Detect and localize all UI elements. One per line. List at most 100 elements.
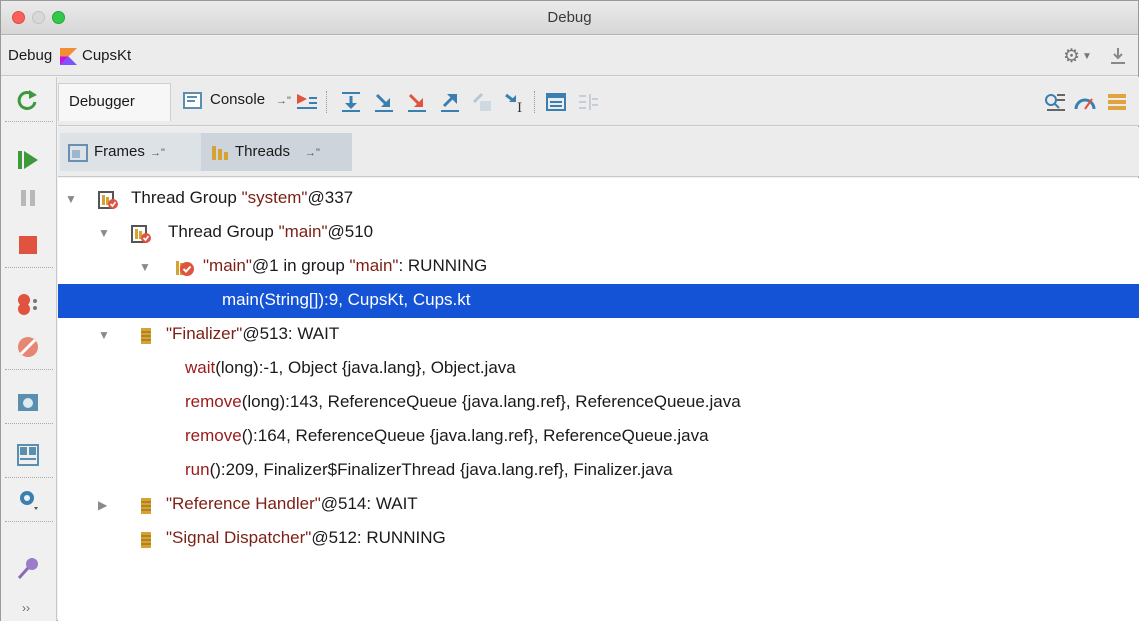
hide-icon[interactable] <box>1107 45 1129 67</box>
overhead-icon[interactable] <box>1073 90 1097 114</box>
thread-row-text-segment: @510 <box>327 222 374 241</box>
threads-tree: ▼ Thread Group "system"@337 ▼ Thread Group … <box>58 178 1139 621</box>
thread-row-label: main(String[]):9, CupsKt, Cups.kt <box>222 290 470 310</box>
thread-row-text-segment: Thread Group <box>168 222 279 241</box>
evaluate-expression-icon[interactable] <box>544 90 568 114</box>
kotlin-icon <box>60 48 77 65</box>
stop-icon[interactable] <box>15 232 41 258</box>
rerun-icon[interactable] <box>15 87 41 113</box>
thread-row-text-segment: (long):143, ReferenceQueue {java.lang.re… <box>241 392 741 411</box>
thread-row-label: "Finalizer"@513: WAIT <box>166 324 339 344</box>
step-out-icon[interactable] <box>438 90 462 114</box>
thread-tree-row[interactable]: remove(long):143, ReferenceQueue {java.l… <box>58 386 1139 420</box>
drop-frame-icon[interactable] <box>470 90 494 114</box>
tab-debugger-label: Debugger <box>69 93 135 110</box>
thread-tree-row[interactable]: ▼ Thread Group "main"@510 <box>58 216 1139 250</box>
tab-threads-pin[interactable]: →" <box>305 147 320 159</box>
thread-row-label: Thread Group "system"@337 <box>131 188 353 208</box>
frames-icon <box>68 144 88 162</box>
thread-row-label: remove():164, ReferenceQueue {java.lang.… <box>185 426 709 446</box>
pause-icon[interactable] <box>15 185 41 211</box>
thread-row-text-segment: wait <box>185 358 216 377</box>
thread-row-text-segment: Thread Group <box>131 188 242 207</box>
gear-icon[interactable]: ⚙ <box>1063 45 1080 68</box>
thread-row-text-segment: "Signal Dispatcher" <box>166 528 312 547</box>
pin-tab-icon[interactable] <box>15 556 41 582</box>
view-breakpoints-icon[interactable] <box>15 291 41 317</box>
chevron-down-icon[interactable]: ▼ <box>1082 51 1092 62</box>
thread-icon <box>136 530 156 550</box>
thread-row-text-segment: @514: WAIT <box>320 494 418 513</box>
run-configuration-tab[interactable]: CupsKt <box>82 47 131 64</box>
thread-row-text-segment: remove <box>185 426 242 445</box>
thread-tree-row[interactable]: ▼ "main"@1 in group "main": RUNNING <box>58 250 1139 284</box>
thread-row-label: wait(long):-1, Object {java.lang}, Objec… <box>185 358 516 378</box>
thread-row-text-segment: main(String[]):9, CupsKt, Cups.kt <box>222 290 471 309</box>
thread-row-text-segment: "main" <box>203 256 252 275</box>
thread-row-label: Thread Group "main"@510 <box>168 222 373 242</box>
console-icon <box>183 92 202 109</box>
run-to-cursor-icon[interactable]: I <box>503 90 527 114</box>
thread-row-text-segment: run <box>185 460 210 479</box>
show-execution-point-icon[interactable] <box>295 90 319 114</box>
thread-row-text-segment: (long):-1, Object {java.lang}, Object.ja… <box>215 358 516 377</box>
tab-frames-pin[interactable]: →" <box>150 147 165 159</box>
tab-debugger[interactable]: Debugger <box>58 83 171 121</box>
collapse-arrow-icon[interactable]: ▼ <box>98 328 110 342</box>
resume-icon[interactable] <box>15 147 41 173</box>
thread-tree-row[interactable]: run():209, Finalizer$FinalizerThread {ja… <box>58 454 1139 488</box>
trace-current-stream-icon[interactable] <box>576 90 600 114</box>
debug-actions-sidebar: ›› <box>1 77 57 621</box>
debugger-toolbar: Debugger Console →" I <box>58 77 1139 126</box>
thread-row-label: "Reference Handler"@514: WAIT <box>166 494 418 514</box>
tab-console[interactable]: Console <box>210 91 265 108</box>
collapse-arrow-icon[interactable]: ▼ <box>98 226 110 240</box>
threads-icon <box>212 146 228 160</box>
collapse-arrow-icon[interactable]: ▼ <box>139 260 151 274</box>
thread-row-text-segment: "Reference Handler" <box>166 494 321 513</box>
thread-tree-row[interactable]: "Signal Dispatcher"@512: RUNNING <box>58 522 1139 556</box>
thread-tree-row[interactable]: wait(long):-1, Object {java.lang}, Objec… <box>58 352 1139 386</box>
thread-row-label: run():209, Finalizer$FinalizerThread {ja… <box>185 460 673 480</box>
expand-arrow-icon[interactable]: ▶ <box>98 498 107 512</box>
window-title: Debug <box>547 9 592 26</box>
thread-row-text-segment: "Finalizer" <box>166 324 243 343</box>
collapse-arrow-icon[interactable]: ▼ <box>65 192 77 206</box>
thread-row-text-segment: ():164, ReferenceQueue {java.lang.ref}, … <box>241 426 709 445</box>
tab-frames-label: Frames <box>94 143 145 160</box>
settings-icon[interactable] <box>15 486 41 512</box>
thread-tree-row[interactable]: remove():164, ReferenceQueue {java.lang.… <box>58 420 1139 454</box>
get-thread-dump-icon[interactable] <box>15 389 41 415</box>
tool-window-header: Debug CupsKt ⚙ ▼ <box>1 36 1138 76</box>
mute-breakpoints-icon[interactable] <box>15 334 41 360</box>
thread-group-icon <box>131 224 151 244</box>
thread-tree-row[interactable]: ▼ Thread Group "system"@337 <box>58 182 1139 216</box>
step-into-icon[interactable] <box>372 90 396 114</box>
force-step-into-icon[interactable] <box>405 90 429 114</box>
tab-frames[interactable]: Frames →" <box>60 133 201 171</box>
thread-group-icon <box>98 190 118 210</box>
tab-threads[interactable]: Threads →" <box>201 133 352 171</box>
restore-layout-icon[interactable] <box>15 442 41 468</box>
tab-threads-label: Threads <box>235 143 291 160</box>
thread-tree-row[interactable]: ▼ "Finalizer"@513: WAIT <box>58 318 1139 352</box>
frames-threads-tabbar: Frames →" Threads →" <box>58 127 1139 177</box>
thread-row-label: "main"@1 in group "main": RUNNING <box>203 256 487 276</box>
thread-row-text-segment: remove <box>185 392 242 411</box>
svg-text:I: I <box>517 101 522 114</box>
thread-tree-row[interactable]: ▶ "Reference Handler"@514: WAIT <box>58 488 1139 522</box>
step-over-icon[interactable] <box>339 90 363 114</box>
memory-view-icon[interactable] <box>1043 90 1067 114</box>
thread-row-text-segment: "system" <box>241 188 308 207</box>
tab-console-pin[interactable]: →" <box>276 95 291 107</box>
thread-icon <box>136 326 156 346</box>
thread-row-label: "Signal Dispatcher"@512: RUNNING <box>166 528 446 548</box>
debug-window: Debug Debug CupsKt ⚙ ▼ ›› Debugger Conso… <box>0 0 1139 621</box>
thread-icon <box>136 496 156 516</box>
selected-frame-row[interactable]: main(String[]):9, CupsKt, Cups.kt <box>58 284 1139 318</box>
thread-row-text-segment: ():209, Finalizer$FinalizerThread {java.… <box>209 460 673 479</box>
more-icon[interactable]: ›› <box>22 601 30 615</box>
menu-icon[interactable] <box>1105 90 1129 114</box>
thread-row-text-segment: @1 in group <box>251 256 350 275</box>
thread-row-label: remove(long):143, ReferenceQueue {java.l… <box>185 392 741 412</box>
